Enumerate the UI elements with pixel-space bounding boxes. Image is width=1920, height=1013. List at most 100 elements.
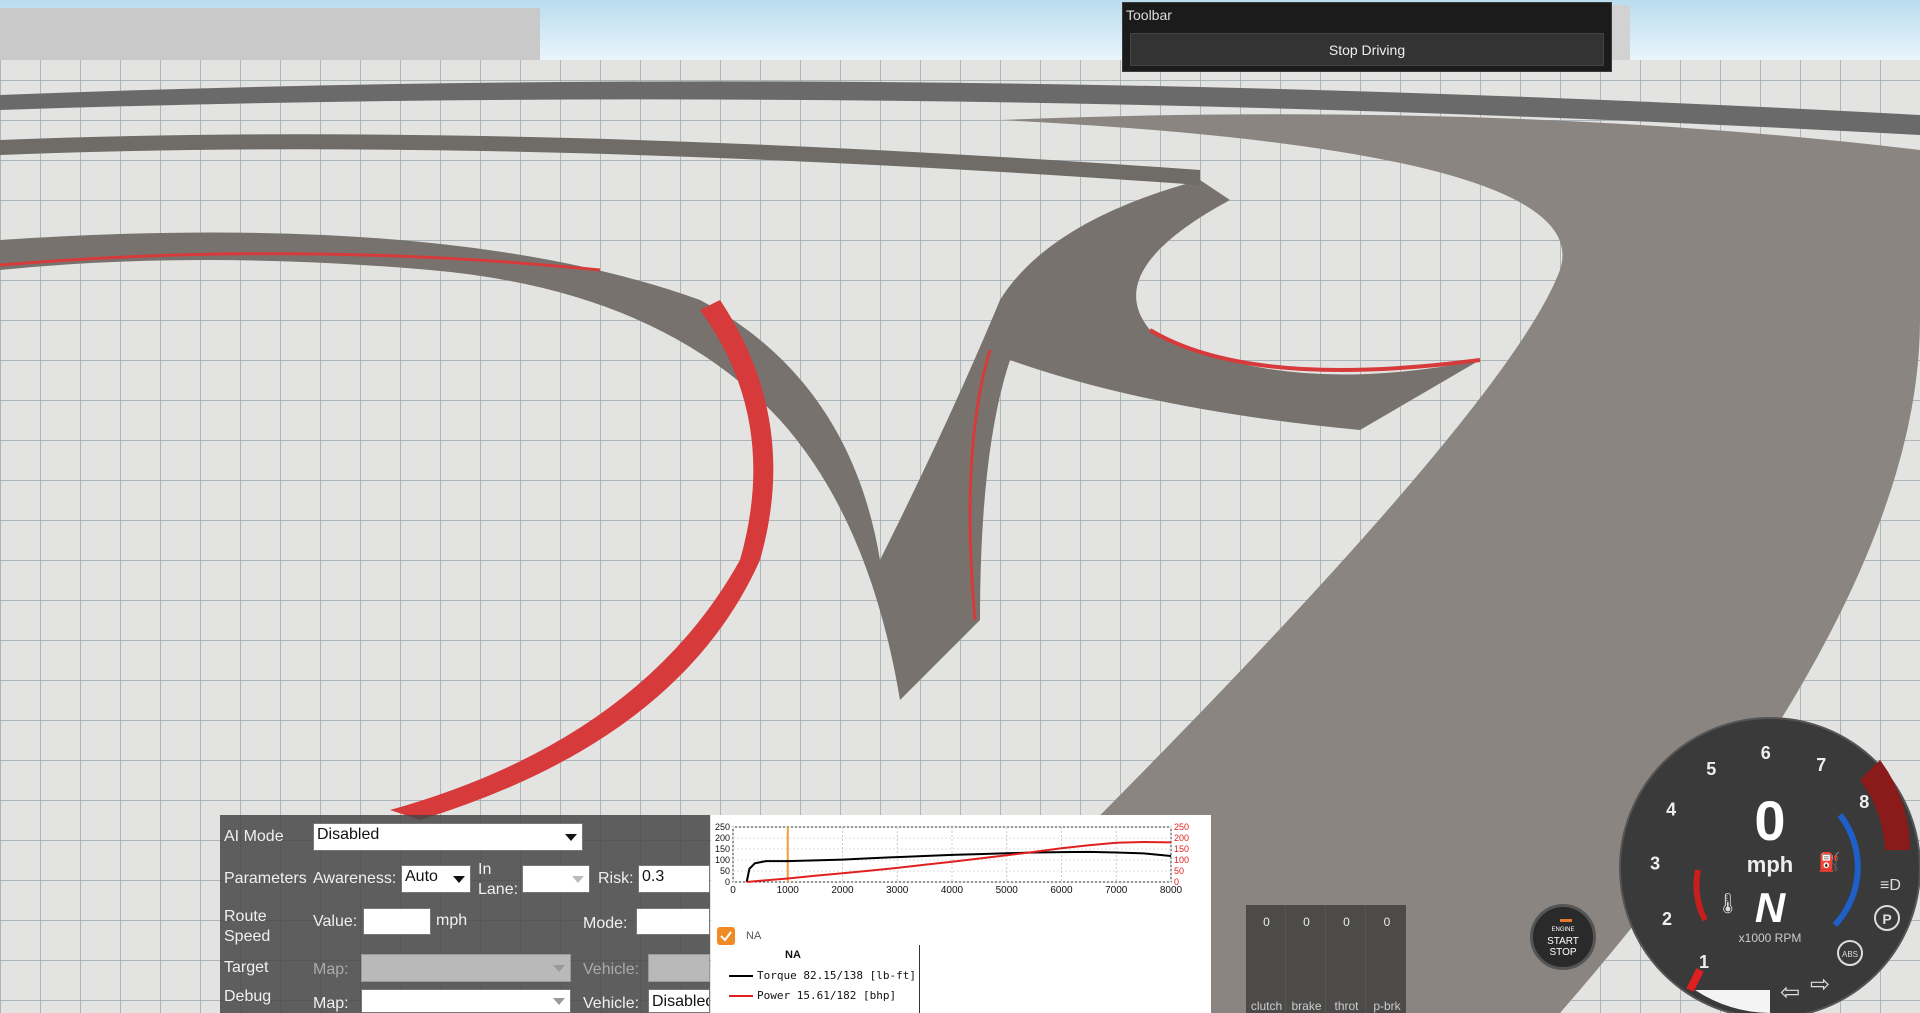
x-tick-label: 2000 (831, 885, 854, 896)
ai-mode-value: Disabled (317, 826, 380, 843)
x-tick-label: 0 (730, 885, 736, 896)
y-tick-label: 200 (715, 833, 730, 843)
y-tick-label: 50 (720, 866, 730, 876)
ai-mode-select[interactable]: Disabled (313, 823, 583, 851)
legend-power: Power 15.61/182 [bhp] (757, 989, 897, 1002)
speed-mode-select[interactable] (636, 908, 710, 935)
rpm-label: x1000 RPM (1739, 931, 1802, 945)
left-turn-signal-icon: ⇦ (1780, 979, 1800, 1006)
x-tick-label: 1000 (777, 885, 800, 896)
start-stop-label: START STOP (1547, 936, 1579, 958)
rpm-tick-label: 2 (1662, 909, 1672, 929)
target-vehicle-label: Vehicle: (583, 961, 640, 978)
ai-mode-label: AI Mode (224, 828, 284, 845)
pedal-name: throt (1334, 999, 1359, 1013)
chevron-down-icon (453, 876, 465, 883)
pedal-name: clutch (1250, 999, 1283, 1013)
awareness-select[interactable]: Auto (401, 865, 471, 893)
y2-tick-label: 200 (1174, 833, 1189, 843)
speed-unit: mph (1747, 852, 1793, 877)
temperature-icon: 🌡 (1715, 893, 1740, 915)
engine-indicator (1560, 919, 1572, 922)
pedal-input-panel: 0 clutch 0 brake 0 throt 0 p-brk (1246, 905, 1406, 1013)
y2-tick-label: 0 (1174, 877, 1179, 887)
rpm-tick-label: 7 (1816, 755, 1826, 775)
target-vehicle-select[interactable] (648, 954, 710, 982)
stop-driving-button[interactable]: Stop Driving (1130, 33, 1604, 66)
speed-value-input[interactable] (363, 908, 431, 935)
target-label: Target (224, 959, 269, 976)
legend-swatch-power (729, 995, 753, 997)
x-tick-label: 4000 (941, 885, 964, 896)
debug-label: Debug (224, 988, 272, 1005)
speed-value-label: Value: (313, 913, 358, 930)
chevron-down-icon (565, 834, 577, 841)
pedal-value: 0 (1343, 915, 1350, 929)
chevron-down-icon (572, 876, 584, 883)
awareness-value: Auto (405, 868, 438, 885)
checkmark-icon (720, 931, 732, 942)
debug-map-select[interactable] (361, 989, 571, 1013)
debug-vehicle-label: Vehicle: (583, 995, 640, 1012)
pedal-value: 0 (1263, 915, 1270, 929)
in-lane-select[interactable] (522, 865, 590, 893)
y2-tick-label: 150 (1174, 844, 1189, 854)
rpm-tick-label: 5 (1706, 759, 1716, 779)
pedal-throttle: 0 throt (1328, 905, 1366, 1013)
speed-mode-label: Mode: (583, 915, 628, 932)
x-tick-label: 6000 (1050, 885, 1073, 896)
pedal-parking-brake: 0 p-brk (1368, 905, 1406, 1013)
ai-control-panel: AI Mode Disabled Parameters Awareness: A… (220, 815, 710, 1013)
pedal-name: p-brk (1373, 999, 1401, 1013)
rpm-tick-label: 3 (1650, 854, 1660, 874)
risk-input[interactable]: 0.3 (638, 865, 710, 893)
engine-graph-panel: 0 1000 2000 3000 4000 5000 6000 7000 8000 0 50 100 1… (711, 815, 1211, 1013)
y-tick-label: 250 (715, 822, 730, 832)
rpm-tick-label: 1 (1699, 952, 1709, 972)
engine-graph: 0 1000 2000 3000 4000 5000 6000 7000 80000501001… (715, 822, 1189, 896)
rpm-tick-label: 4 (1666, 799, 1676, 819)
parking-label: P (1882, 911, 1891, 927)
x-tick-label: 8000 (1160, 885, 1183, 896)
headlight-icon: ≡D (1880, 877, 1901, 894)
toolbar-window: Toolbar Stop Driving (1122, 2, 1612, 72)
rpm-tick-label: 6 (1761, 743, 1771, 763)
risk-label: Risk: (598, 870, 634, 887)
legend-swatch-torque (729, 975, 753, 977)
route-speed-label: Route Speed (224, 908, 271, 945)
legend-divider (919, 945, 920, 1013)
target-map-select[interactable] (361, 954, 571, 982)
fuel-icon: ⛽ (1818, 851, 1840, 872)
rpm-tick-label: 8 (1859, 792, 1869, 812)
awareness-label: Awareness: (313, 870, 397, 887)
pedal-clutch: 0 clutch (1248, 905, 1286, 1013)
y-tick-label: 150 (715, 844, 730, 854)
pedal-value: 0 (1303, 915, 1310, 929)
pedal-value: 0 (1383, 915, 1391, 929)
right-turn-signal-icon: ⇨ (1810, 971, 1830, 998)
engine-label: ENGINE (1551, 927, 1575, 933)
y2-tick-label: 100 (1174, 855, 1189, 865)
chevron-down-icon (553, 998, 565, 1005)
debug-vehicle-select[interactable]: Disabled (648, 989, 710, 1013)
debug-map-label: Map: (313, 995, 349, 1012)
y2-tick-label: 50 (1174, 866, 1184, 876)
speed-unit-label: mph (436, 912, 468, 929)
engine-start-stop-button[interactable]: ENGINE START STOP (1530, 904, 1596, 970)
y2-tick-label: 250 (1174, 822, 1189, 832)
gear-readout: N (1755, 884, 1787, 931)
y-tick-label: 100 (715, 855, 730, 865)
toolbar-title: Toolbar (1126, 7, 1172, 23)
dashboard-gauge: 0 mph N x1000 RPM 12345678 🌡 ⛽ ≡D P ABS … (1619, 717, 1920, 1013)
parameters-label: Parameters (224, 870, 307, 887)
na-checkbox[interactable] (717, 927, 735, 945)
x-tick-label: 7000 (1105, 885, 1128, 896)
pedal-name: brake (1291, 999, 1322, 1013)
graph-title: NA (785, 949, 801, 961)
abs-label: ABS (1842, 950, 1858, 959)
x-tick-label: 3000 (886, 885, 909, 896)
chevron-down-icon (553, 965, 565, 972)
legend-torque: Torque 82.15/138 [lb-ft] (757, 969, 916, 982)
speed-readout: 0 (1754, 789, 1785, 852)
na-checkbox-label: NA (746, 930, 762, 942)
